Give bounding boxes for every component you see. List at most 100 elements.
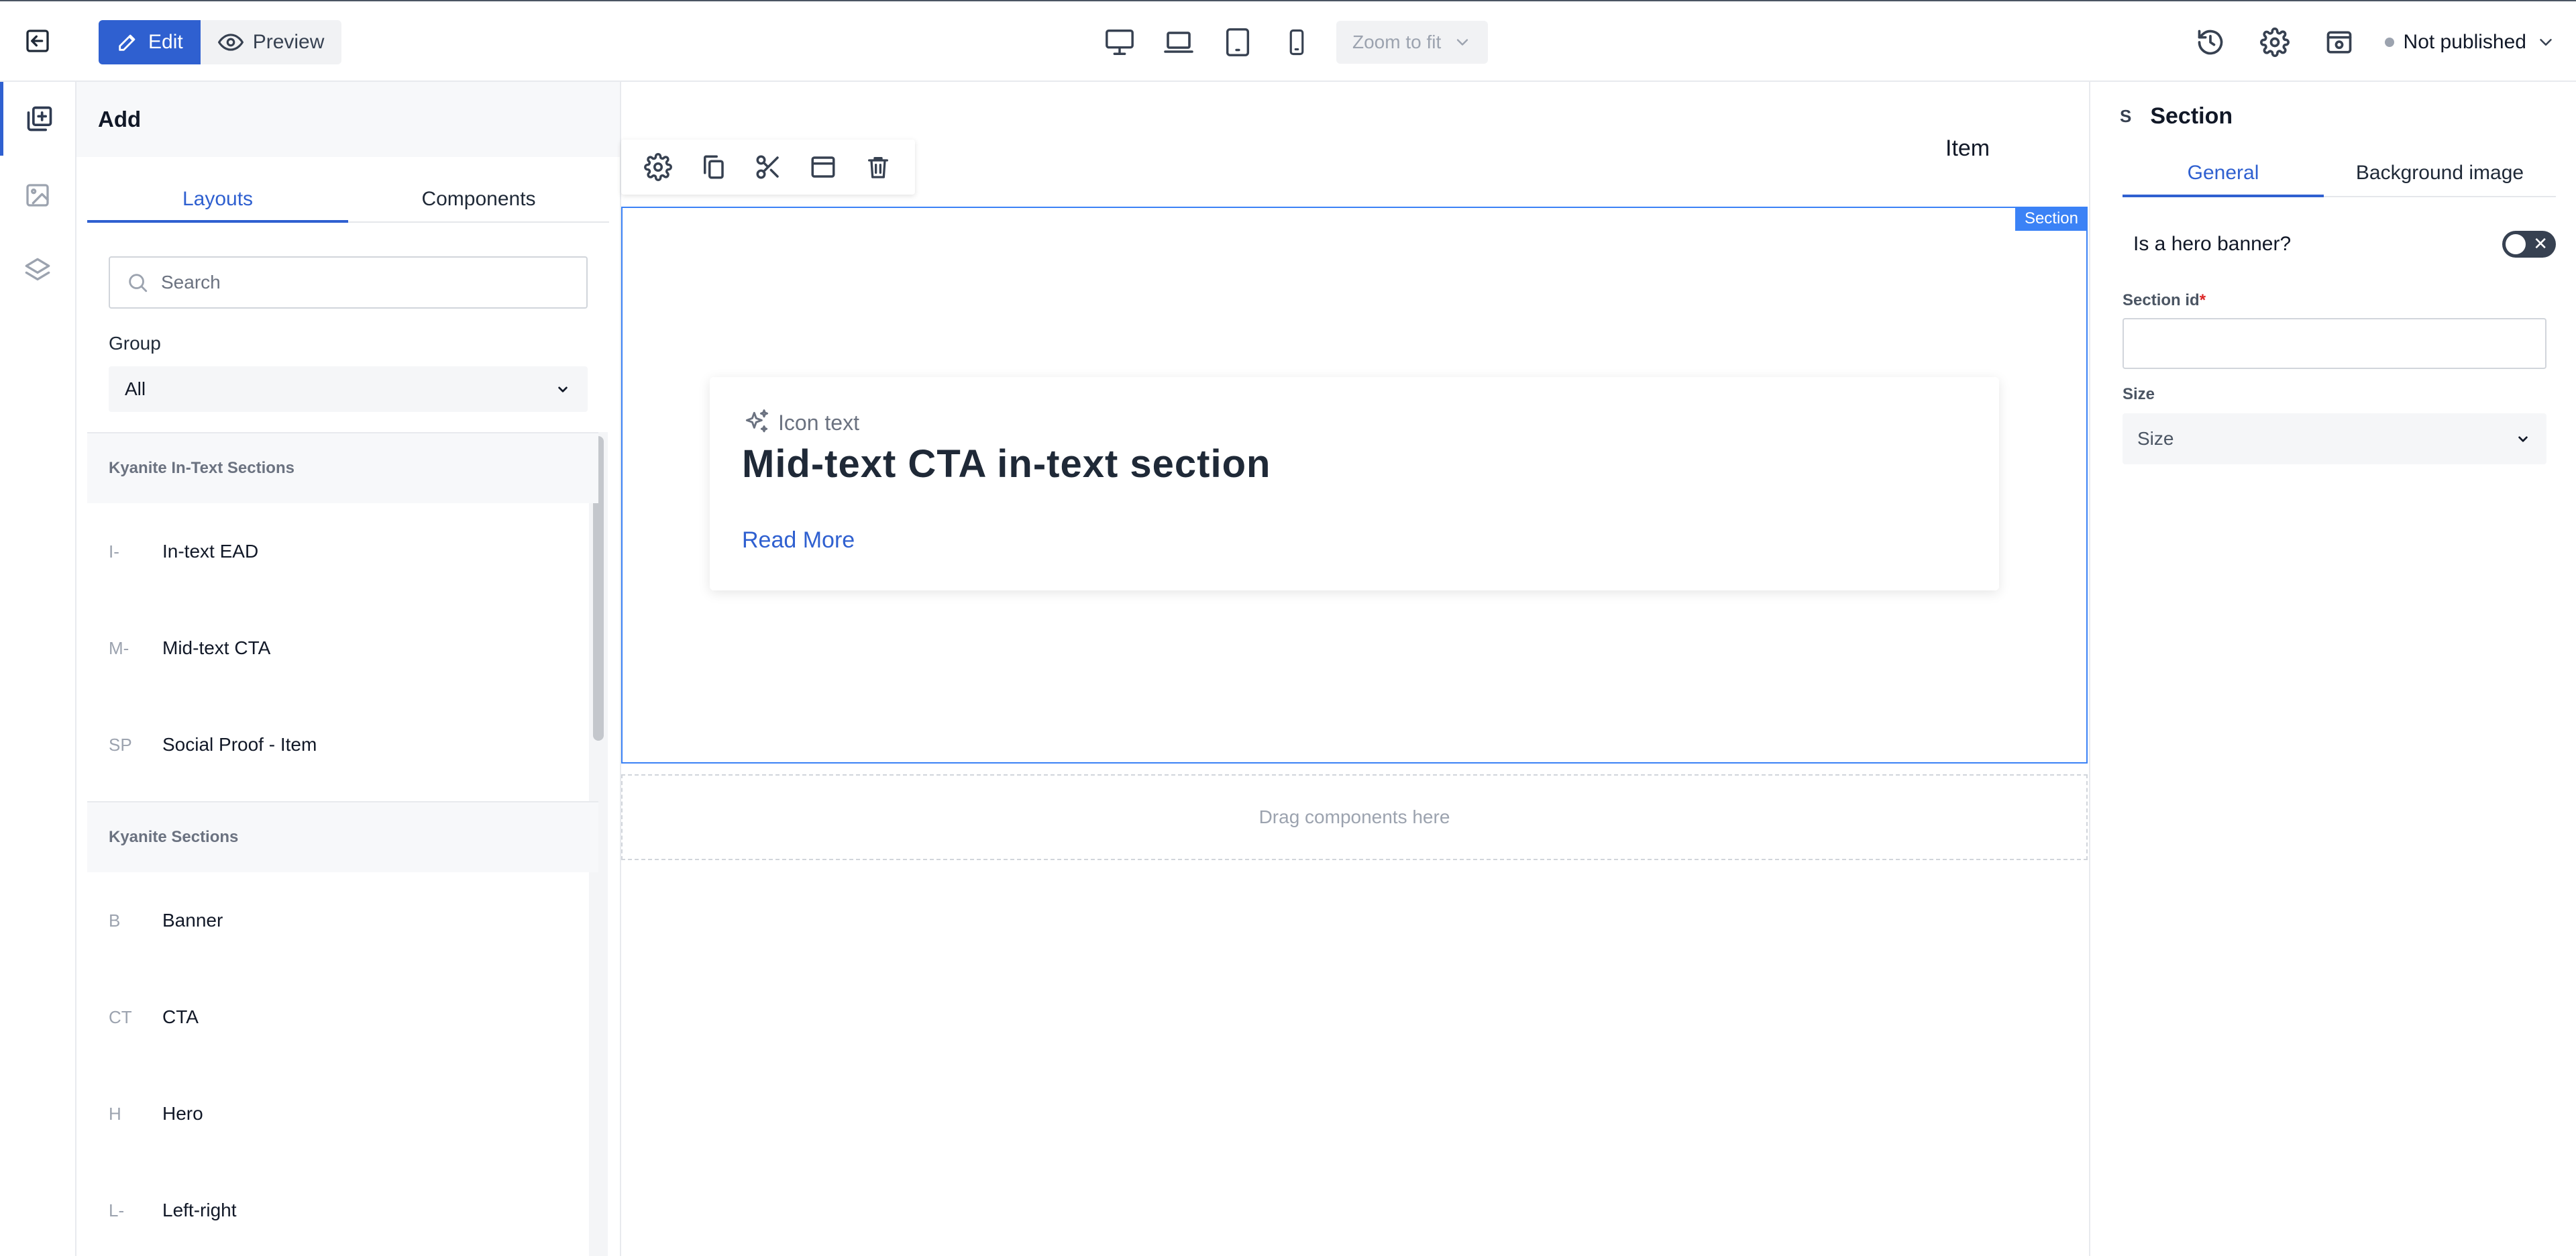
laptop-view-button[interactable] [1157,20,1201,64]
mobile-view-button[interactable] [1275,20,1319,64]
list-item[interactable]: M- Mid-text CTA [87,600,598,696]
device-switcher: Zoom to fit [1097,19,1489,66]
tablet-view-button[interactable] [1216,20,1260,64]
list-item[interactable]: I- In-text EAD [87,503,598,600]
cta-icon-line: Icon text [742,408,859,437]
list-item[interactable]: SP Social Proof - Item [87,696,598,793]
status-dot [2384,38,2394,47]
read-more-link[interactable]: Read More [742,527,855,554]
tab-background-image[interactable]: Background image [2324,156,2556,197]
chevron-down-icon [2518,436,2528,442]
list-item[interactable]: CT CTA [87,969,598,1065]
edit-button[interactable]: Edit [99,20,201,64]
properties-tabs: General Background image [2123,156,2556,197]
add-panel: Add Layouts Components Group All Kyanite… [76,82,621,1256]
section-id-field [2123,318,2546,369]
delete-button[interactable] [858,147,898,187]
cut-button[interactable] [748,147,788,187]
chevron-down-icon [2540,39,2552,46]
item-abbr: H [109,1103,121,1124]
close-icon: ✕ [2533,233,2548,254]
rail-media-button[interactable] [0,158,75,232]
group-label: Group [109,333,161,354]
scissors-icon [756,155,779,179]
desktop-view-button[interactable] [1097,20,1142,64]
editor-canvas[interactable]: Item Section Icon text Mid-text CTA in-t… [621,82,2089,1256]
item-label: Hero [162,1103,203,1124]
search-input[interactable] [161,272,564,293]
item-label: Social Proof - Item [162,734,317,755]
mobile-icon [1289,29,1304,56]
layouts-list: Kyanite In-Text Sections I- In-text EAD … [87,432,598,1256]
preview-window-button[interactable] [2320,23,2358,61]
laptop-icon [1164,32,1193,53]
exit-icon [26,30,49,52]
rail-layers-button[interactable] [0,233,75,307]
tab-components[interactable]: Components [348,182,609,223]
selected-section[interactable]: Section Icon text Mid-text CTA in-text s… [621,207,2088,764]
section-tag: Section [2015,207,2088,231]
search-box [109,256,588,309]
cta-card[interactable]: Icon text Mid-text CTA in-text section R… [710,377,1999,590]
preview-window-icon [2326,31,2351,54]
exit-button[interactable] [19,21,56,60]
list-item[interactable]: B Banner [87,872,598,969]
list-section-title: Kyanite Sections [87,802,598,872]
window-icon [811,156,835,178]
section-id-label: Section id* [2123,291,2206,310]
edit-label: Edit [148,31,183,53]
open-window-button[interactable] [803,147,843,187]
section-settings-button[interactable] [638,147,678,187]
image-icon [26,184,49,207]
hero-banner-label: Is a hero banner? [2133,233,2292,255]
cta-icon-text: Icon text [778,410,859,435]
size-value: Size [2137,428,2174,449]
tab-general[interactable]: General [2123,156,2324,197]
group-select[interactable]: All [109,366,588,412]
preview-label: Preview [252,31,325,53]
section-toolbar [621,140,915,195]
chevron-down-icon [558,386,568,392]
zoom-label: Zoom to fit [1352,32,1442,52]
tab-layouts[interactable]: Layouts [87,182,348,223]
publish-status: Not published [2403,31,2526,53]
preview-button[interactable]: Preview [200,20,342,64]
settings-button[interactable] [2256,23,2294,61]
item-label: Mid-text CTA [162,637,271,658]
required-mark: * [2199,291,2206,309]
top-bar: Edit Preview Zoom to fit Not published [0,0,2576,82]
list-item[interactable]: H Hero [87,1065,598,1162]
history-button[interactable] [2192,23,2229,61]
size-select[interactable]: Size [2123,413,2546,464]
size-label: Size [2123,385,2155,403]
duplicate-button[interactable] [693,147,733,187]
add-panel-tabs: Layouts Components [87,182,609,223]
properties-header: S Section [2120,103,2233,129]
drop-zone[interactable]: Drag components here [621,774,2088,860]
list-item[interactable]: L- Left-right [87,1162,598,1256]
section-id-input[interactable] [2124,319,2545,368]
item-abbr: L- [109,1200,125,1220]
page-nav-item[interactable]: Item [1945,136,1990,162]
zoom-select[interactable]: Zoom to fit [1336,21,1489,64]
tablet-icon [1226,28,1250,56]
hero-banner-row: Is a hero banner? ✕ [2133,231,2556,258]
hero-banner-toggle[interactable]: ✕ [2502,231,2556,258]
top-right-actions: Not published [2192,19,2556,66]
eye-icon [217,34,244,51]
publish-status-dropdown[interactable]: Not published [2384,31,2556,54]
item-label: Left-right [162,1200,237,1220]
desktop-icon [1106,30,1134,55]
icon-rail [0,82,76,1256]
toggle-knob [2506,234,2526,254]
sparkles-icon [745,409,769,433]
layers-icon [25,258,50,280]
gear-icon [2259,28,2290,57]
gear-icon [644,153,672,181]
trash-icon [868,157,888,178]
search-icon [129,274,148,293]
rail-add-button[interactable] [0,82,75,156]
copy-icon [704,155,724,179]
section-id-label-text: Section id [2123,291,2200,309]
properties-panel: S Section General Background image Is a … [2089,82,2576,1256]
